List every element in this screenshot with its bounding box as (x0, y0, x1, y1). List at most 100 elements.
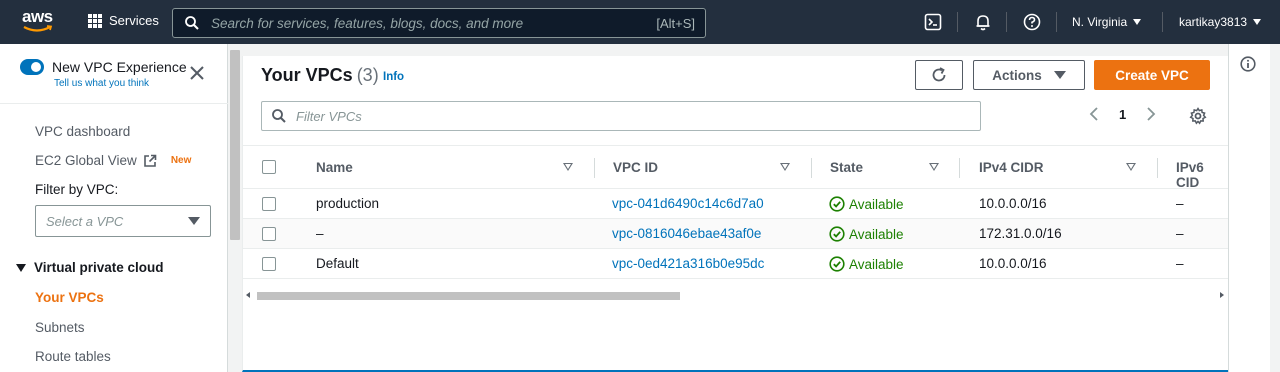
scrollbar-thumb[interactable] (230, 50, 240, 240)
pagination: 1 (1089, 106, 1156, 122)
create-vpc-button[interactable]: Create VPC (1094, 60, 1210, 90)
actions-label: Actions (992, 67, 1042, 83)
scroll-left-icon[interactable] (246, 292, 250, 298)
row-checkbox[interactable] (262, 197, 276, 211)
caret-down-icon (1253, 19, 1262, 25)
table-row[interactable]: – vpc-0816046ebae43af0e Available 172.31… (243, 219, 1229, 249)
search-placeholder: Search for services, features, blogs, do… (211, 15, 524, 31)
feedback-link[interactable]: Tell us what you think (54, 78, 149, 89)
nav-divider (1006, 12, 1007, 32)
caret-down-icon (188, 217, 200, 225)
cloudshell-icon[interactable] (924, 13, 942, 31)
refresh-icon (932, 67, 946, 82)
vpc-id-link[interactable]: vpc-0816046ebae43af0e (612, 226, 761, 241)
nav-divider (1056, 12, 1057, 32)
vpc-filter-select[interactable]: Select a VPC (35, 205, 211, 237)
sidebar-item-your-vpcs[interactable]: Your VPCs (35, 290, 104, 305)
column-header-ipv6-cidr[interactable]: IPv6 CID (1176, 160, 1229, 190)
actions-button[interactable]: Actions (973, 60, 1085, 90)
sort-icon[interactable] (929, 163, 939, 171)
row-checkbox[interactable] (262, 257, 276, 271)
gear-icon[interactable] (1189, 107, 1207, 125)
filter-vpcs-input[interactable]: Filter VPCs (261, 101, 981, 131)
sort-icon[interactable] (563, 163, 573, 171)
table-horizontal-scrollbar[interactable] (243, 288, 1229, 302)
column-divider[interactable] (594, 158, 595, 178)
check-circle-icon (829, 196, 845, 212)
aws-logo-text: aws (22, 7, 53, 26)
filter-by-vpc-label: Filter by VPC: (35, 182, 119, 197)
sidebar-item-label: VPC dashboard (35, 124, 131, 139)
vpcs-table-container: Your VPCs (3) Info Actions Create VPC Fil… (242, 56, 1229, 372)
external-link-icon (144, 154, 157, 167)
sidebar-item-label: Subnets (35, 320, 85, 335)
vpc-name: – (316, 226, 324, 241)
grid-icon (88, 13, 102, 28)
sidebar-divider (0, 103, 228, 104)
caret-down-icon (1133, 19, 1142, 25)
account-menu[interactable]: kartikay3813 (1179, 15, 1262, 29)
sidebar-item-subnets[interactable]: Subnets (35, 320, 85, 335)
scroll-right-icon[interactable] (1220, 292, 1224, 298)
table-row[interactable]: production vpc-041d6490c14c6d7a0 Availab… (243, 189, 1229, 219)
column-header-vpc-id[interactable]: VPC ID (613, 160, 658, 175)
ipv4-cidr: 10.0.0.0/16 (979, 196, 1047, 211)
scrollbar-thumb[interactable] (257, 292, 680, 300)
info-icon[interactable] (1240, 56, 1256, 72)
caret-down-icon (16, 263, 26, 272)
sidebar-item-vpc-dashboard[interactable]: VPC dashboard (35, 124, 130, 139)
filter-placeholder: Filter VPCs (296, 108, 362, 124)
column-header-name[interactable]: Name (316, 160, 353, 175)
main-content: Your VPCs (3) Info Actions Create VPC Fil… (242, 44, 1229, 372)
section-label: Virtual private cloud (34, 260, 164, 275)
info-link[interactable]: Info (383, 71, 404, 83)
section-virtual-private-cloud[interactable]: Virtual private cloud (16, 260, 164, 275)
region-selector[interactable]: N. Virginia (1072, 15, 1142, 29)
ipv4-cidr: 10.0.0.0/16 (979, 256, 1047, 271)
nav-divider (1162, 12, 1163, 32)
page-number[interactable]: 1 (1119, 107, 1126, 122)
bell-icon[interactable] (974, 13, 992, 31)
side-navigation: New VPC Experience Tell us what you thin… (0, 44, 228, 372)
page-title-text: Your VPCs (261, 65, 353, 85)
sidebar-item-label: Your VPCs (35, 290, 104, 305)
table-row[interactable]: Default vpc-0ed421a316b0e95dc Available … (243, 249, 1229, 279)
close-icon[interactable] (189, 65, 205, 81)
row-checkbox[interactable] (262, 227, 276, 241)
global-search-input[interactable]: Search for services, features, blogs, do… (172, 8, 706, 38)
column-divider[interactable] (959, 158, 960, 178)
page-title: Your VPCs (3) (261, 65, 379, 86)
status-badge: Available (829, 226, 904, 242)
column-header-state[interactable]: State (830, 160, 863, 175)
page-scrollbar[interactable] (1270, 44, 1280, 372)
refresh-button[interactable] (915, 60, 963, 90)
new-experience-toggle[interactable] (20, 59, 44, 75)
resource-count: (3) (356, 65, 379, 85)
table-header: Name VPC ID State IPv4 CIDR IPv6 CID (243, 145, 1229, 190)
vpc-id-link[interactable]: vpc-0ed421a316b0e95dc (612, 256, 764, 271)
aws-logo[interactable]: aws (22, 8, 56, 36)
vpc-id-link[interactable]: vpc-041d6490c14c6d7a0 (612, 196, 764, 211)
services-label: Services (109, 13, 159, 28)
select-all-checkbox[interactable] (262, 160, 276, 174)
column-divider[interactable] (811, 158, 812, 178)
new-experience-label: New VPC Experience (52, 59, 187, 75)
help-icon[interactable] (1023, 13, 1041, 31)
sort-icon[interactable] (780, 163, 790, 171)
search-icon (185, 16, 199, 30)
services-menu[interactable]: Services (88, 13, 159, 28)
vpc-name: production (316, 196, 380, 211)
column-header-ipv4-cidr[interactable]: IPv4 CIDR (979, 160, 1044, 175)
sidebar-scrollbar[interactable] (228, 44, 242, 372)
ipv6-cidr: – (1176, 226, 1184, 241)
sidebar-item-route-tables[interactable]: Route tables (35, 349, 111, 364)
status-text: Available (849, 226, 904, 242)
nav-divider (957, 12, 958, 32)
column-divider[interactable] (1157, 158, 1158, 178)
sidebar-item-label: Route tables (35, 349, 111, 364)
chevron-left-icon[interactable] (1089, 106, 1099, 122)
sidebar-item-ec2-global-view[interactable]: EC2 Global View New (35, 153, 191, 168)
sort-icon[interactable] (1126, 163, 1136, 171)
chevron-right-icon[interactable] (1146, 106, 1156, 122)
search-shortcut: [Alt+S] (656, 15, 695, 31)
